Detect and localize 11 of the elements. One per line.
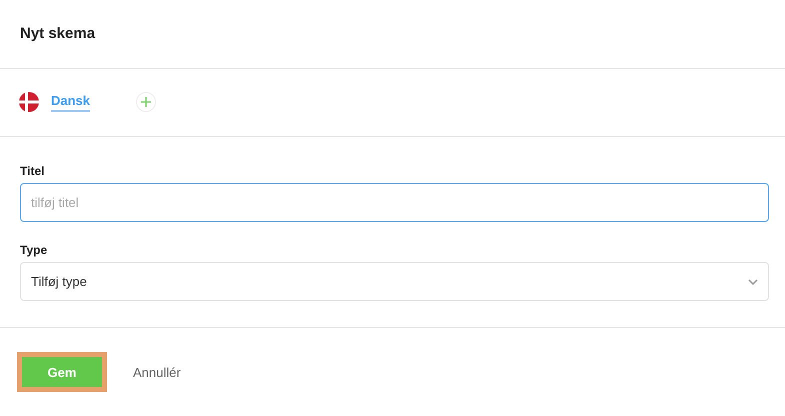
form-title: Nyt skema bbox=[20, 25, 96, 42]
field-label: Titel bbox=[20, 164, 46, 178]
language-tab[interactable]: Dansk bbox=[51, 92, 90, 112]
flag-icon bbox=[19, 92, 39, 112]
chevron-down-icon bbox=[748, 278, 758, 284]
field-label: Type bbox=[20, 243, 48, 257]
type-select[interactable]: Tilføj type bbox=[20, 262, 769, 301]
plus-icon bbox=[141, 97, 152, 108]
cancel-button[interactable]: Annullér bbox=[133, 364, 181, 380]
title-input[interactable]: tilføj titel bbox=[20, 183, 769, 222]
add-language-button[interactable] bbox=[136, 92, 156, 112]
